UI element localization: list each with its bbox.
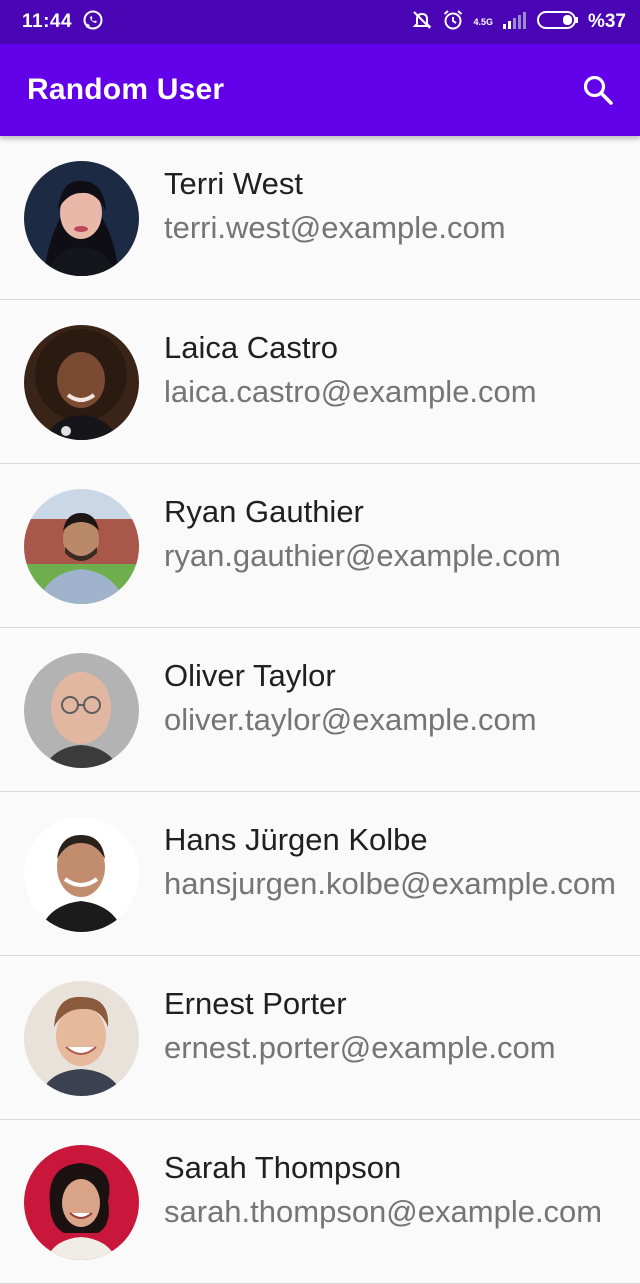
user-name: Ernest Porter <box>164 986 347 1021</box>
user-row[interactable]: Hans Jürgen Kolbe hansjurgen.kolbe@examp… <box>0 792 640 956</box>
user-name: Hans Jürgen Kolbe <box>164 822 428 857</box>
battery-icon <box>536 10 579 35</box>
user-name: Ryan Gauthier <box>164 494 364 529</box>
alarm-icon <box>442 9 464 36</box>
user-name: Sarah Thompson <box>164 1150 402 1185</box>
status-bar-right: 4.5G %37 <box>411 9 626 36</box>
network-type: 4.5G <box>473 16 493 27</box>
user-name: Laica Castro <box>164 330 339 365</box>
whatsapp-icon <box>82 9 104 36</box>
status-time: 11:44 <box>22 11 73 32</box>
user-row[interactable]: Terri West terri.west@example.com <box>0 136 640 300</box>
avatar <box>24 653 139 768</box>
avatar <box>24 489 139 604</box>
status-bar: 11:44 4.5G %37 <box>0 0 640 44</box>
user-row[interactable]: Ryan Gauthier ryan.gauthier@example.com <box>0 464 640 628</box>
search-button[interactable] <box>578 70 618 110</box>
avatar <box>24 1145 139 1260</box>
status-bar-left: 11:44 <box>22 9 104 36</box>
avatar <box>24 161 139 276</box>
search-icon <box>583 75 613 105</box>
user-email: oliver.taylor@example.com <box>164 702 537 737</box>
user-name: Oliver Taylor <box>164 658 336 693</box>
avatar <box>24 981 139 1096</box>
user-name: Terri West <box>164 166 303 201</box>
user-email: hansjurgen.kolbe@example.com <box>164 866 616 901</box>
battery-percent: %37 <box>587 11 626 32</box>
user-row[interactable]: Oliver Taylor oliver.taylor@example.com <box>0 628 640 792</box>
user-list: Terri West terri.west@example.com Laica … <box>0 136 640 1284</box>
user-email: ryan.gauthier@example.com <box>164 538 561 573</box>
user-email: ernest.porter@example.com <box>164 1030 556 1065</box>
user-email: sarah.thompson@example.com <box>164 1194 603 1229</box>
user-row[interactable]: Ernest Porter ernest.porter@example.com <box>0 956 640 1120</box>
app-bar: Random User <box>0 44 640 136</box>
avatar <box>24 817 139 932</box>
app-title: Random User <box>27 73 225 106</box>
signal-icon <box>502 10 528 35</box>
user-email: laica.castro@example.com <box>164 374 537 409</box>
user-row[interactable]: Sarah Thompson sarah.thompson@example.co… <box>0 1120 640 1284</box>
user-email: terri.west@example.com <box>164 210 506 245</box>
avatar <box>24 325 139 440</box>
user-row[interactable]: Laica Castro laica.castro@example.com <box>0 300 640 464</box>
mute-icon <box>411 9 433 36</box>
